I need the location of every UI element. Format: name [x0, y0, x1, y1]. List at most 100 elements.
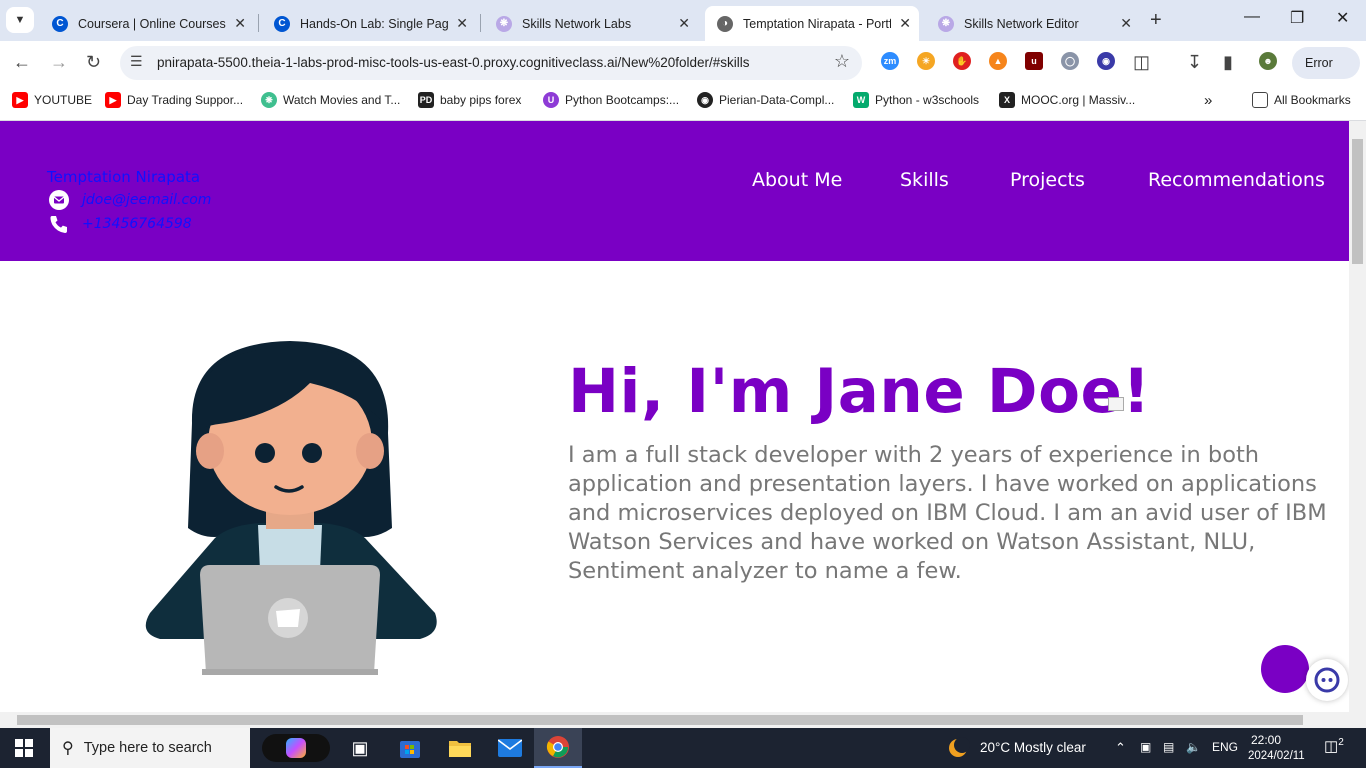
profile-avatar[interactable]: ☻	[1259, 52, 1277, 70]
broken-image-icon	[1108, 397, 1124, 411]
address-bar[interactable]: ☰ pnirapata-5500.theia-1-labs-prod-misc-…	[120, 46, 862, 80]
file-explorer-icon[interactable]	[446, 734, 474, 762]
clock-time[interactable]: 22:00	[1251, 733, 1281, 747]
zoom-extension-icon[interactable]: zm	[881, 52, 899, 70]
horizontal-scroll-thumb[interactable]	[17, 715, 1303, 725]
forward-icon[interactable]: →	[50, 52, 68, 73]
nav-about-me[interactable]: About Me	[752, 169, 842, 191]
sun-extension-icon[interactable]: ☀	[917, 52, 935, 70]
assistant-float-button[interactable]	[1306, 659, 1348, 701]
tab-skills-network-editor[interactable]: ❋ Skills Network Editor ✕	[926, 6, 1140, 41]
bookmark-star-icon[interactable]: ☆	[834, 51, 850, 72]
hero-title: Hi, I'm Jane Doe!	[568, 356, 1151, 427]
close-tab-icon[interactable]: ✕	[1120, 15, 1132, 32]
chat-bubble-button[interactable]	[1261, 645, 1309, 693]
back-icon[interactable]: ←	[13, 52, 31, 73]
search-icon: ⚲	[62, 740, 74, 757]
contact-name: Temptation Nirapata	[47, 168, 201, 186]
folder-icon	[1252, 92, 1268, 108]
nav-skills[interactable]: Skills	[900, 169, 949, 191]
contact-email-link[interactable]: jdoe@jeemail.com	[82, 192, 211, 208]
tab-skills-network-labs[interactable]: ❋ Skills Network Labs ✕	[484, 6, 698, 41]
contact-phone-row: +13456764598	[48, 213, 192, 235]
tab-hands-on-lab[interactable]: C Hands-On Lab: Single Page ✕	[262, 6, 476, 41]
profile-error-button[interactable]: Error	[1292, 47, 1360, 79]
metamask-extension-icon[interactable]: ▲	[989, 52, 1007, 70]
extensions-puzzle-icon[interactable]: ◫	[1133, 52, 1150, 73]
contact-phone-link[interactable]: +13456764598	[82, 216, 192, 232]
coursera-icon: C	[274, 15, 290, 32]
shield-extension-icon[interactable]: ◯	[1061, 52, 1079, 70]
language-indicator[interactable]: ENG	[1212, 740, 1238, 754]
volume-icon[interactable]: 🔈	[1186, 740, 1201, 754]
coursera-icon: C	[52, 15, 68, 32]
tab-divider	[480, 14, 481, 32]
tab-divider	[258, 14, 259, 32]
minimize-button[interactable]: —	[1244, 8, 1260, 26]
show-hidden-icons-chevron-icon[interactable]: ⌃	[1115, 740, 1126, 756]
bookmark-python-bootcamps[interactable]: U Python Bootcamps:...	[543, 92, 679, 108]
bookmark-watch-movies[interactable]: ❋ Watch Movies and T...	[261, 92, 400, 108]
browser-toolbar: ← → ↻ ☰ pnirapata-5500.theia-1-labs-prod…	[0, 41, 1366, 85]
close-tab-icon[interactable]: ✕	[899, 15, 911, 32]
windows-taskbar: ⚲ Type here to search ▣ 20°C Mostly clea…	[0, 728, 1366, 768]
nav-projects[interactable]: Projects	[1010, 169, 1085, 191]
meet-now-icon[interactable]: ▣	[1140, 740, 1151, 754]
notification-count: 2	[1338, 737, 1344, 748]
bookmark-mooc[interactable]: X MOOC.org | Massiv...	[999, 92, 1135, 108]
vertical-scrollbar[interactable]	[1349, 121, 1366, 712]
horizontal-scrollbar[interactable]	[0, 712, 1366, 728]
all-bookmarks-button[interactable]: All Bookmarks	[1252, 92, 1351, 108]
phone-icon	[48, 213, 70, 235]
assistant-face-icon	[1314, 667, 1340, 693]
tab-strip: ▼ C Coursera | Online Courses & ✕ C Hand…	[0, 0, 1366, 41]
taskbar-search-box[interactable]: ⚲ Type here to search	[50, 728, 250, 768]
tab-coursera[interactable]: C Coursera | Online Courses & ✕	[40, 6, 254, 41]
assistant-extension-icon[interactable]: ◉	[1097, 52, 1115, 70]
bookmarks-bar: ▶ YOUTUBE ▶ Day Trading Suppor... ❋ Watc…	[0, 85, 1366, 121]
close-tab-icon[interactable]: ✕	[456, 15, 468, 32]
mail-icon[interactable]	[496, 734, 524, 762]
hero-description: I am a full stack developer with 2 years…	[568, 442, 1327, 584]
bookmark-youtube[interactable]: ▶ YOUTUBE	[12, 92, 92, 108]
network-icon[interactable]: ▤	[1163, 740, 1174, 754]
notification-icon[interactable]: ◫2	[1324, 737, 1344, 755]
windows-start-icon[interactable]	[10, 734, 38, 762]
clock-date[interactable]: 2024/02/11	[1248, 750, 1305, 762]
site-header: Temptation Nirapata jdoe@jeemail.com +13…	[0, 121, 1349, 261]
edx-icon: X	[999, 92, 1015, 108]
download-icon[interactable]: ↧	[1187, 52, 1202, 73]
bookmark-day-trading[interactable]: ▶ Day Trading Suppor...	[105, 92, 243, 108]
udemy-icon: U	[543, 92, 559, 108]
reload-icon[interactable]: ↻	[86, 52, 101, 73]
ublock-extension-icon[interactable]: u	[1025, 52, 1043, 70]
restore-button[interactable]: ❐	[1290, 8, 1304, 28]
close-tab-icon[interactable]: ✕	[678, 15, 690, 32]
more-bookmarks-chevron-icon[interactable]: »	[1204, 92, 1212, 109]
side-panel-icon[interactable]: ▮	[1223, 52, 1233, 73]
bookmark-pierian-data[interactable]: ◉ Pierian-Data-Compl...	[697, 92, 834, 108]
weather-moon-icon	[944, 734, 972, 762]
nav-recommendations[interactable]: Recommendations	[1148, 169, 1325, 191]
tab-search-button[interactable]: ▼	[6, 7, 34, 33]
url-text[interactable]: pnirapata-5500.theia-1-labs-prod-misc-to…	[157, 55, 750, 70]
chrome-taskbar-icon[interactable]	[534, 728, 582, 768]
bookmark-w3schools[interactable]: W Python - w3schools	[853, 92, 979, 108]
site-info-icon[interactable]: ☰	[130, 53, 143, 70]
copilot-icon[interactable]	[262, 734, 330, 762]
youtube-icon: ▶	[12, 92, 28, 108]
bookmark-baby-pips[interactable]: PD baby pips forex	[418, 92, 521, 108]
weather-text[interactable]: 20°C Mostly clear	[980, 740, 1086, 755]
tab-portfolio[interactable]: ◑ Temptation Nirapata - Portfo ✕	[705, 6, 919, 41]
new-tab-button[interactable]: +	[1150, 9, 1162, 32]
close-tab-icon[interactable]: ✕	[234, 15, 246, 32]
developer-illustration	[130, 303, 450, 688]
vertical-scroll-thumb[interactable]	[1352, 139, 1363, 264]
microsoft-store-icon[interactable]	[396, 734, 424, 762]
w3schools-icon: W	[853, 92, 869, 108]
task-view-icon[interactable]: ▣	[346, 734, 374, 762]
babypips-icon: PD	[418, 92, 434, 108]
adblock-extension-icon[interactable]: ✋	[953, 52, 971, 70]
youtube-icon: ▶	[105, 92, 121, 108]
close-window-button[interactable]: ✕	[1336, 8, 1349, 28]
